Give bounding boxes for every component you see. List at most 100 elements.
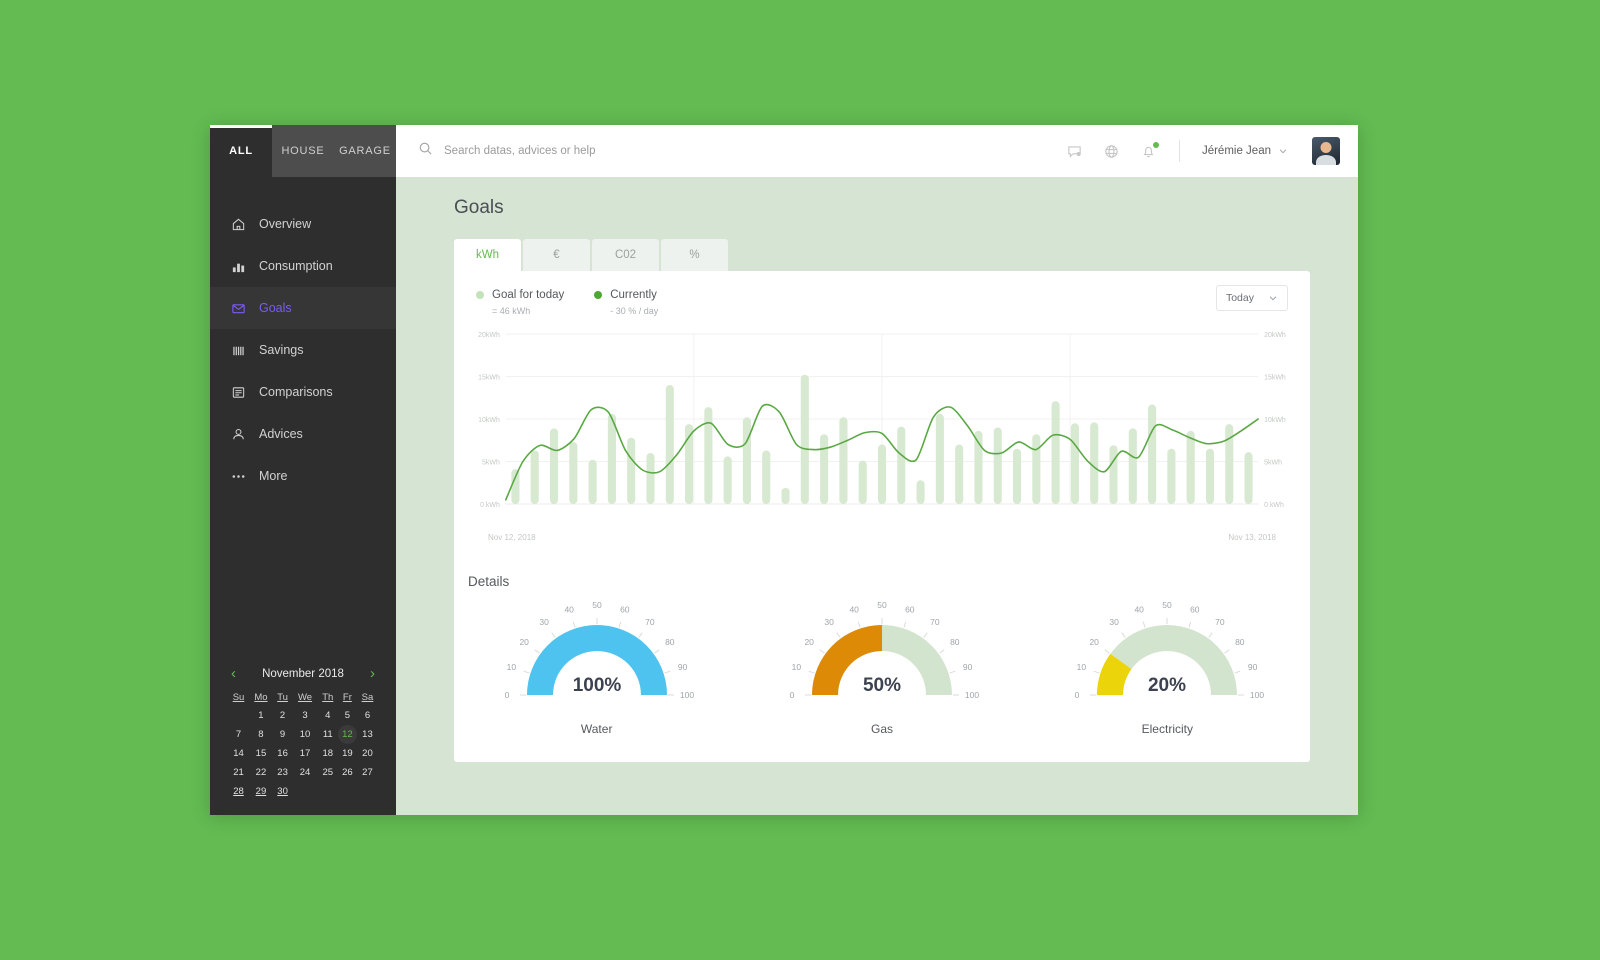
calendar-day[interactable]: 24 [292,763,317,782]
calendar-grid: Su Mo Tu We Th Fr Sa 1 2 3 4 5 6 7 8 9 10 11 12 13 14… [228,689,378,801]
search-input[interactable] [444,145,824,157]
gauge-tick-label: 40 [564,604,574,614]
calendar-day[interactable]: 5 [338,706,357,725]
calendar-day[interactable]: 21 [228,763,249,782]
calendar-day[interactable]: 9 [273,725,292,744]
calendar-weekday[interactable]: Mo [249,689,273,706]
sidebar-item-advices[interactable]: Advices [210,413,396,455]
calendar-day[interactable]: 14 [228,744,249,763]
calendar-next-button[interactable]: › [367,666,378,681]
gauge-water-svg: 0 10 20 30 40 50 60 70 80 90 100 100% [504,600,694,700]
calendar-day[interactable]: 7 [228,725,249,744]
calendar-day[interactable]: 20 [357,744,378,763]
calendar-day[interactable]: 17 [292,744,317,763]
range-selector[interactable]: Today [1215,285,1288,311]
chart-bar [530,450,539,504]
legend-bullet-currently [594,291,603,299]
gauge-tick-label: 0 [790,690,795,700]
unit-tabs: kWh € C02 % [454,239,1310,271]
envelope-icon [230,300,246,316]
chart-legend-row: Goal for today = 46 kWh Currently - 30 %… [454,271,1310,316]
calendar-day[interactable]: 8 [249,725,273,744]
scope-tabs: ALL HOUSE GARAGE [210,125,396,177]
sidebar-item-overview[interactable]: Overview [210,203,396,245]
topbar-divider [1178,140,1180,162]
user-menu[interactable]: Jérémie Jean [1202,145,1288,157]
calendar-day[interactable]: 28 [228,782,249,801]
calendar-week-row: 7 8 9 10 11 12 13 [228,725,378,744]
topbar-actions: Jérémie Jean [1066,137,1340,165]
chart-y-tick-right: 5kWh [1264,459,1282,466]
scope-tab-all[interactable]: ALL [210,125,272,177]
scope-tab-garage[interactable]: GARAGE [334,125,396,177]
calendar-day[interactable]: 1 [249,706,273,725]
gauge-tick [572,621,576,628]
tab-euro[interactable]: € [523,239,590,271]
calendar-weekday[interactable]: Su [228,689,249,706]
calendar-day[interactable]: 6 [357,706,378,725]
gauge-tick-label: 40 [849,604,859,614]
calendar-day[interactable]: 19 [338,744,357,763]
calendar-day[interactable]: 30 [273,782,292,801]
sidebar-item-more[interactable]: More [210,455,396,497]
sidebar-item-comparisons[interactable]: Comparisons [210,371,396,413]
calendar-day[interactable]: 13 [357,725,378,744]
app-window: ALL HOUSE GARAGE Overview Consumption Go… [210,125,1358,815]
chart-bar [935,413,944,504]
gauge-tick-label: 10 [1077,662,1087,672]
calendar-day[interactable]: 27 [357,763,378,782]
chart-bar [1032,434,1041,504]
chat-icon[interactable] [1066,143,1083,160]
bar-chart-icon [230,258,246,274]
details-title: Details [468,574,510,589]
chart-bar [1128,428,1137,504]
calendar-weekday[interactable]: Sa [357,689,378,706]
chart-bar [800,374,809,504]
calendar-day[interactable]: 11 [318,725,338,744]
calendar-day[interactable]: 23 [273,763,292,782]
calendar-day[interactable]: 29 [249,782,273,801]
calendar-weekday[interactable]: Fr [338,689,357,706]
gauge-tick-label: 40 [1135,604,1145,614]
legend-sub-currently: - 30 % / day [610,306,659,316]
calendar-prev-button[interactable]: ‹ [228,666,239,681]
calendar: ‹ November 2018 › Su Mo Tu We Th Fr Sa 1… [210,666,396,801]
calendar-day[interactable]: 2 [273,706,292,725]
calendar-day[interactable]: 26 [338,763,357,782]
calendar-day[interactable]: 16 [273,744,292,763]
gauges: 0 10 20 30 40 50 60 70 80 90 100 100% Water 0 10 20 30… [454,595,1310,762]
scope-tab-house[interactable]: HOUSE [272,125,334,177]
calendar-day[interactable]: 18 [318,744,338,763]
gauge-value-text: 50% [863,675,901,696]
avatar[interactable] [1312,137,1340,165]
gauge-value-text: 20% [1148,675,1186,696]
sidebar-item-savings[interactable]: Savings [210,329,396,371]
search-box[interactable] [418,141,1066,161]
globe-icon[interactable] [1103,143,1120,160]
calendar-day[interactable]: 22 [249,763,273,782]
calendar-day[interactable]: 4 [318,706,338,725]
gauge-electricity: 0 10 20 30 40 50 60 70 80 90 100 20% Electricity [1025,595,1310,736]
gauge-tick [1208,632,1213,638]
calendar-day[interactable]: 10 [292,725,317,744]
calendar-weekday[interactable]: Tu [273,689,292,706]
sidebar-item-advices-label: Advices [259,427,303,441]
chart-bar [1205,448,1215,504]
calendar-day[interactable]: 15 [249,744,273,763]
sidebar-item-consumption[interactable]: Consumption [210,245,396,287]
chart-bar [627,437,636,504]
chart-date-start: Nov 12, 2018 [488,533,536,542]
chart-bar [839,417,848,504]
tab-percent[interactable]: % [661,239,728,271]
calendar-title: November 2018 [262,667,344,680]
tab-kwh[interactable]: kWh [454,239,521,271]
tab-co2[interactable]: C02 [592,239,659,271]
calendar-day[interactable]: 25 [318,763,338,782]
chart-y-tick-left: 5kWh [482,459,500,466]
calendar-day[interactable]: 12 [337,725,357,744]
sidebar-item-goals[interactable]: Goals [210,287,396,329]
calendar-day[interactable]: 3 [292,706,317,725]
bell-icon[interactable] [1140,141,1159,160]
calendar-weekday[interactable]: We [292,689,317,706]
calendar-weekday[interactable]: Th [318,689,338,706]
